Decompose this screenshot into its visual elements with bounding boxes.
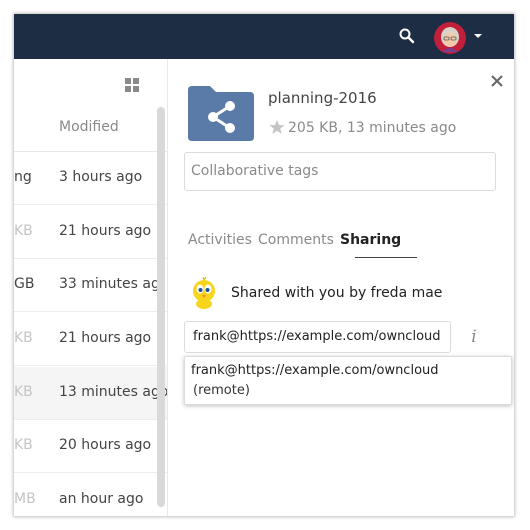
favorite-star-icon[interactable]	[269, 119, 285, 135]
search-icon[interactable]	[398, 27, 416, 45]
file-meta: 205 KB, 13 minutes ago	[288, 120, 457, 136]
row-modified: an hour ago	[59, 491, 144, 507]
table-row-selected[interactable]: KB 13 minutes ago	[14, 367, 167, 420]
tab-comments[interactable]: Comments	[258, 232, 334, 248]
scrollbar[interactable]	[157, 107, 165, 507]
app-window: Modified ng 3 hours ago KB 21 hours ago …	[14, 14, 514, 516]
tab-sharing[interactable]: Sharing	[340, 232, 401, 248]
column-header-modified[interactable]: Modified	[59, 119, 119, 135]
tab-activities[interactable]: Activities	[188, 232, 252, 248]
table-row[interactable]: GB 33 minutes ag	[14, 259, 167, 312]
details-sidebar: planning-2016 205 KB, 13 minutes ago Col…	[168, 59, 514, 516]
suggestion-name: frank@https://example.com/owncloud	[191, 363, 439, 378]
table-row[interactable]: KB 20 hours ago	[14, 420, 167, 473]
row-modified: 33 minutes ag	[59, 276, 160, 292]
row-modified: 21 hours ago	[59, 223, 152, 239]
share-with-input[interactable]: frank@https://example.com/owncloud	[184, 321, 451, 353]
autocomplete-suggestion[interactable]: frank@https://example.com/owncloud (remo…	[184, 356, 512, 405]
active-tab-indicator	[355, 257, 417, 258]
info-icon[interactable]: i	[466, 327, 482, 347]
row-size: KB	[14, 437, 33, 453]
row-size: KB	[14, 223, 33, 239]
row-modified: 3 hours ago	[59, 169, 143, 185]
table-row[interactable]: KB 21 hours ago	[14, 206, 167, 259]
row-modified: 13 minutes ago	[59, 384, 167, 400]
owner-avatar	[188, 276, 220, 309]
collaborative-tags-input[interactable]: Collaborative tags	[184, 152, 496, 191]
shared-by-text: Shared with you by freda mae	[231, 285, 443, 301]
row-modified: 20 hours ago	[59, 437, 152, 453]
file-list: Modified ng 3 hours ago KB 21 hours ago …	[14, 59, 167, 516]
close-icon[interactable]	[490, 73, 504, 87]
row-size: ng	[14, 169, 32, 185]
grid-view-icon[interactable]	[125, 78, 139, 92]
table-row[interactable]: KB 21 hours ago	[14, 313, 167, 366]
row-size: KB	[14, 330, 33, 346]
row-size: MB	[14, 491, 36, 507]
file-name: planning-2016	[268, 89, 377, 107]
user-avatar[interactable]	[434, 22, 466, 54]
top-header	[14, 14, 514, 59]
row-modified: 21 hours ago	[59, 330, 152, 346]
suggestion-type: (remote)	[193, 383, 250, 398]
table-row[interactable]: ng 3 hours ago	[14, 152, 167, 205]
table-row[interactable]: MB an hour ago	[14, 474, 167, 516]
row-size: GB	[14, 276, 35, 292]
shared-folder-icon	[188, 84, 254, 141]
row-size: KB	[14, 384, 33, 400]
caret-down-icon[interactable]	[474, 34, 482, 38]
